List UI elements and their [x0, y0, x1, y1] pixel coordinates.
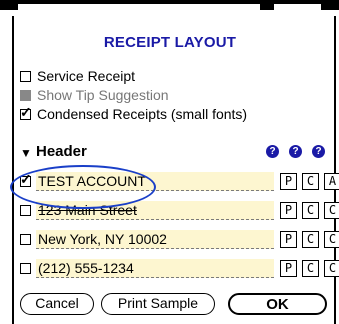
cancel-button[interactable]: Cancel	[20, 293, 94, 315]
window-frame-right	[334, 16, 336, 324]
header-line-4-center-button[interactable]: C	[302, 260, 319, 277]
triangle-down-icon[interactable]: ▼	[20, 146, 32, 160]
ok-button[interactable]: OK	[228, 293, 327, 315]
print-sample-button[interactable]: Print Sample	[101, 293, 215, 315]
help-icon-align[interactable]: ?	[312, 145, 325, 158]
check-icon: ✓	[20, 103, 32, 120]
show-tip-suggestion-option: Show Tip Suggestion	[20, 86, 169, 104]
header-line-1-align-button[interactable]: A	[324, 173, 339, 190]
service-receipt-option[interactable]: Service Receipt	[20, 67, 135, 85]
show-tip-suggestion-checkbox	[20, 89, 31, 101]
header-line-3-center-button[interactable]: C	[302, 231, 319, 248]
window-frame-left	[12, 16, 14, 324]
header-line-3-checkbox[interactable]	[20, 234, 31, 245]
header-line-2-center-button[interactable]: C	[302, 202, 319, 219]
page-title: RECEIPT LAYOUT	[103, 34, 237, 51]
condensed-receipts-label: Condensed Receipts (small fonts)	[37, 106, 248, 122]
highlight-ellipse-annotation	[10, 165, 156, 209]
condensed-receipts-checkbox[interactable]: ✓	[20, 105, 32, 120]
header-line-4-checkbox[interactable]	[20, 263, 31, 274]
show-tip-suggestion-label: Show Tip Suggestion	[37, 87, 169, 103]
header-line-1-center-button[interactable]: C	[302, 173, 319, 190]
header-line-2-checkbox[interactable]	[20, 205, 31, 216]
header-line-3-align-button[interactable]: C	[324, 231, 339, 248]
header-line-4-field[interactable]: (212) 555-1234	[36, 259, 274, 278]
header-section-label: Header	[36, 143, 87, 160]
help-icon-print[interactable]: ?	[266, 145, 279, 158]
condensed-receipts-option[interactable]: ✓ Condensed Receipts (small fonts)	[20, 105, 247, 123]
header-line-4-print-button[interactable]: P	[280, 260, 297, 277]
header-line-3: New York, NY 10002 P C C	[20, 230, 339, 250]
header-line-2-print-button[interactable]: P	[280, 202, 297, 219]
service-receipt-label: Service Receipt	[37, 68, 136, 84]
header-section: ▼ Header ? ? ?	[20, 143, 325, 163]
help-icon-center[interactable]: ?	[289, 145, 302, 158]
service-receipt-checkbox[interactable]	[20, 70, 31, 82]
header-line-2-align-button[interactable]: C	[324, 202, 339, 219]
header-line-3-field[interactable]: New York, NY 10002	[36, 230, 274, 249]
header-line-4: (212) 555-1234 P C C	[20, 259, 339, 279]
header-line-1-print-button[interactable]: P	[280, 173, 297, 190]
header-line-3-print-button[interactable]: P	[280, 231, 297, 248]
header-line-4-align-button[interactable]: C	[324, 260, 339, 277]
window-frame-top	[0, 0, 339, 10]
